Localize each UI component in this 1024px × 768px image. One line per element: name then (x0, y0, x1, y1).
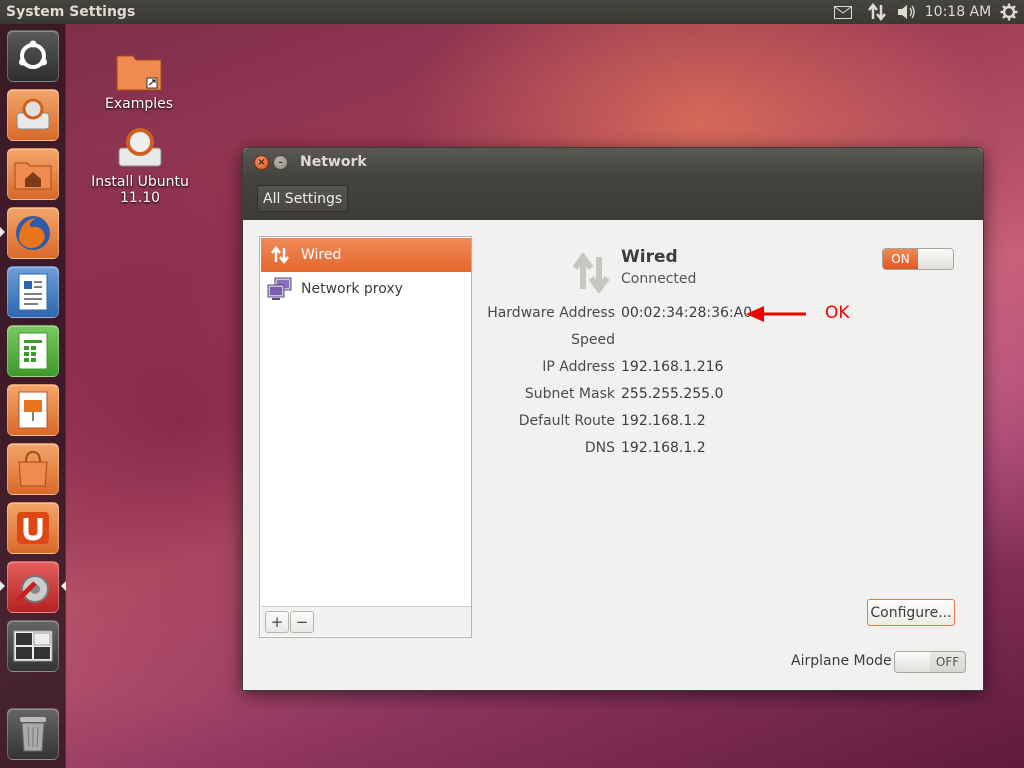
calc-icon[interactable] (7, 325, 59, 377)
software-center-icon[interactable] (7, 443, 59, 495)
list-item-label: Network proxy (301, 281, 403, 297)
launcher (0, 24, 66, 768)
home-folder-icon[interactable] (7, 148, 59, 200)
airplane-mode-toggle[interactable]: OFF (894, 651, 966, 673)
ip-address-label: IP Address (542, 359, 615, 375)
wired-toggle[interactable]: ON (882, 248, 954, 270)
desktop-icon-install-ubuntu[interactable]: Install Ubuntu 11.10 (70, 126, 210, 206)
network-window: × – Network All Settings Wired Network p… (242, 147, 984, 691)
network-proxy-icon (265, 277, 295, 301)
system-settings-icon[interactable] (7, 561, 59, 613)
volume-icon[interactable] (892, 0, 922, 24)
subnet-mask-label: Subnet Mask (524, 386, 615, 402)
desktop-icon-examples[interactable]: Examples (97, 50, 181, 112)
ip-address-value: 192.168.1.216 (621, 359, 724, 375)
all-settings-button[interactable]: All Settings (257, 185, 349, 212)
gear-icon[interactable] (994, 0, 1024, 24)
default-route-label: Default Route (518, 413, 615, 429)
workspace-switcher-icon[interactable] (7, 620, 59, 672)
title-bar[interactable]: × – Network (243, 148, 983, 177)
device-status: Connected (621, 271, 697, 287)
dns-label: DNS (584, 440, 615, 456)
device-name: Wired (621, 247, 678, 267)
toggle-knob (895, 652, 930, 672)
ubuntu-one-icon[interactable] (7, 502, 59, 554)
impress-icon[interactable] (7, 384, 59, 436)
desktop-icon-label: Install Ubuntu 11.10 (91, 174, 189, 206)
firefox-icon[interactable] (7, 207, 59, 259)
list-item-wired[interactable]: Wired (261, 238, 471, 272)
folder-icon (116, 55, 162, 91)
toggle-off-label: OFF (930, 652, 965, 672)
remove-button[interactable]: − (290, 611, 314, 633)
close-icon[interactable]: × (254, 155, 269, 170)
network-icon[interactable] (862, 0, 892, 24)
app-title: System Settings (6, 4, 136, 20)
ubuntu-dash-icon[interactable] (7, 30, 59, 82)
add-button[interactable]: + (265, 611, 289, 633)
top-panel: System Settings 10:18 AM (0, 0, 1024, 24)
speed-label: Speed (571, 332, 615, 348)
hardware-address-value: 00:02:34:28:36:A0 (621, 305, 753, 321)
device-list: Wired Network proxy + − (259, 236, 472, 638)
installer-icon[interactable] (7, 89, 59, 141)
list-toolbar: + − (261, 606, 471, 636)
toggle-knob (918, 249, 953, 269)
trash-icon[interactable] (7, 708, 59, 760)
hardware-address-label: Hardware Address (487, 305, 615, 321)
annotation-arrow-icon (746, 304, 808, 328)
airplane-mode-label: Airplane Mode (791, 653, 892, 669)
toolbar: All Settings (243, 177, 983, 220)
mail-icon[interactable] (824, 0, 862, 24)
annotation-text: OK (825, 303, 850, 323)
dns-value: 192.168.1.2 (621, 440, 706, 456)
wired-icon (265, 246, 295, 264)
installer-icon (118, 128, 162, 167)
configure-button[interactable]: Configure... (867, 599, 955, 626)
list-item-label: Wired (301, 247, 342, 263)
clock[interactable]: 10:18 AM (922, 0, 994, 24)
desktop-icon-label: Examples (104, 96, 174, 112)
list-item-network-proxy[interactable]: Network proxy (261, 272, 471, 306)
writer-icon[interactable] (7, 266, 59, 318)
default-route-value: 192.168.1.2 (621, 413, 706, 429)
subnet-mask-value: 255.255.255.0 (621, 386, 724, 402)
window-title: Network (300, 154, 367, 170)
toggle-on-label: ON (883, 249, 918, 269)
wired-icon (572, 251, 610, 297)
minimize-icon[interactable]: – (273, 155, 288, 170)
indicator-area: 10:18 AM (824, 0, 1024, 24)
